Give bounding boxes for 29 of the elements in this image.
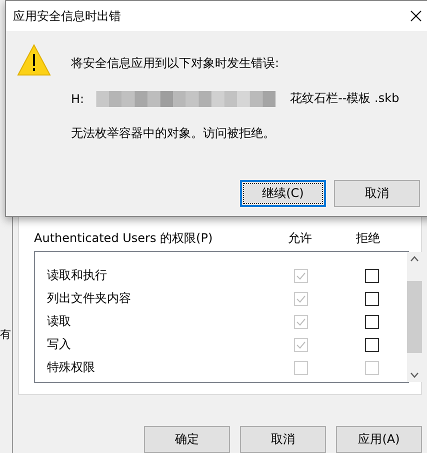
window-text: 有 — [0, 327, 11, 342]
error-detail: 无法枚举容器中的对象。访问被拒绝。 — [71, 125, 276, 142]
dialog-button[interactable]: 应用(A) — [336, 426, 422, 453]
dialog-button[interactable]: 取消 — [240, 426, 326, 453]
scroll-up-icon[interactable] — [410, 256, 419, 262]
scroll-down-icon[interactable] — [410, 372, 419, 378]
dialog-button[interactable]: 继续(C) — [240, 180, 326, 207]
column-header: 允许 — [287, 230, 313, 246]
permission-name: 读取 — [46, 313, 72, 330]
close-icon[interactable] — [410, 10, 422, 22]
checkbox[interactable] — [364, 314, 378, 328]
permission-name: 列出文件夹内容 — [46, 290, 132, 307]
window-title: 应用安全信息时出错 — [13, 8, 121, 24]
warning-icon — [17, 44, 51, 76]
checkbox[interactable] — [364, 268, 378, 282]
column-header: 拒绝 — [355, 230, 381, 246]
scroll-thumb[interactable] — [407, 281, 422, 353]
permission-name: 特殊权限 — [46, 359, 96, 376]
checkbox[interactable] — [364, 292, 378, 306]
path-text: 花纹石栏--模板 .skb — [290, 90, 400, 107]
scrollbar[interactable] — [407, 252, 422, 382]
permission-name: 读取和执行 — [46, 267, 108, 284]
dialog-button[interactable]: 取消 — [334, 180, 420, 207]
error-message: 将安全信息应用到以下对象时发生错误: — [71, 55, 280, 72]
checkbox[interactable] — [364, 338, 378, 352]
permission-name: 写入 — [46, 336, 72, 353]
path-text: H: — [71, 92, 84, 106]
permissions-label: Authenticated Users 的权限(P) — [34, 230, 214, 246]
dialog-button[interactable]: 确定 — [144, 426, 230, 453]
